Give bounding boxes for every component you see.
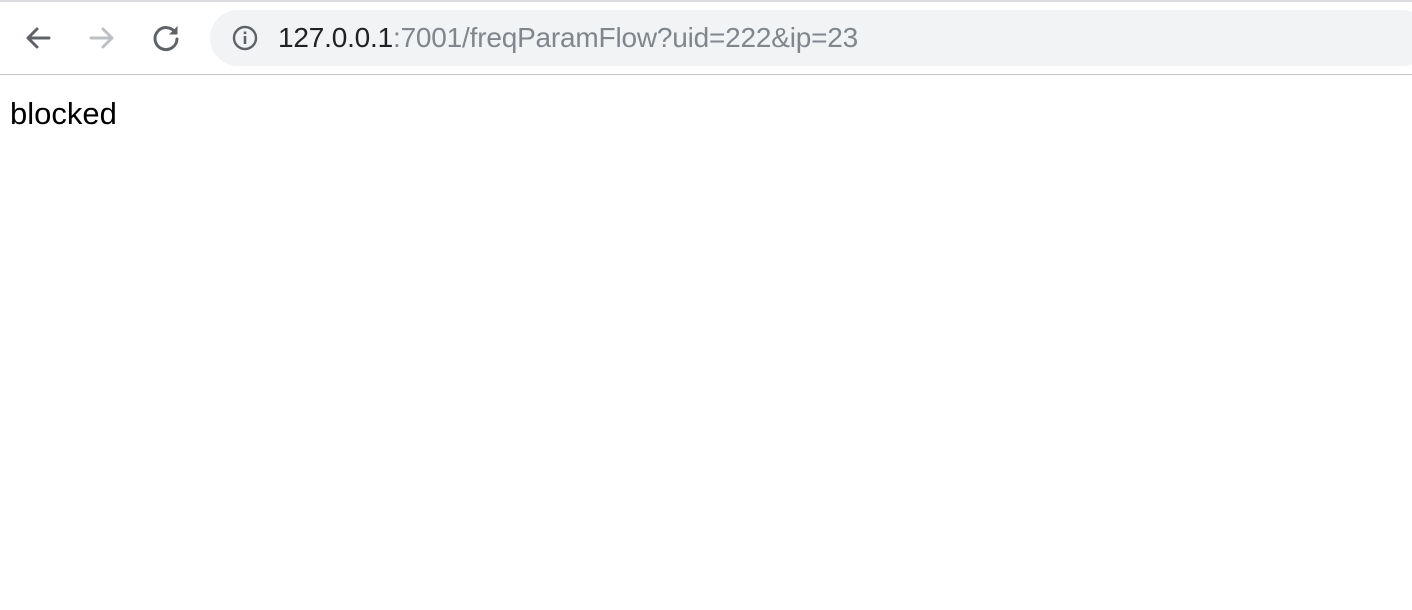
browser-toolbar: 127.0.0.1:7001/freqParamFlow?uid=222&ip=…	[0, 2, 1412, 75]
url-path: :7001/freqParamFlow?uid=222&ip=23	[392, 22, 859, 53]
page-body-text: blocked	[10, 96, 117, 131]
back-button[interactable]	[18, 18, 58, 58]
info-icon[interactable]	[232, 25, 258, 51]
arrow-left-icon	[26, 27, 51, 49]
url-host: 127.0.0.1	[278, 22, 393, 53]
address-bar[interactable]: 127.0.0.1:7001/freqParamFlow?uid=222&ip=…	[210, 10, 1412, 66]
forward-button[interactable]	[82, 18, 122, 58]
arrow-right-icon	[89, 27, 114, 49]
reload-icon	[153, 26, 179, 52]
reload-button[interactable]	[146, 18, 186, 58]
url-text[interactable]: 127.0.0.1:7001/freqParamFlow?uid=222&ip=…	[278, 22, 858, 54]
